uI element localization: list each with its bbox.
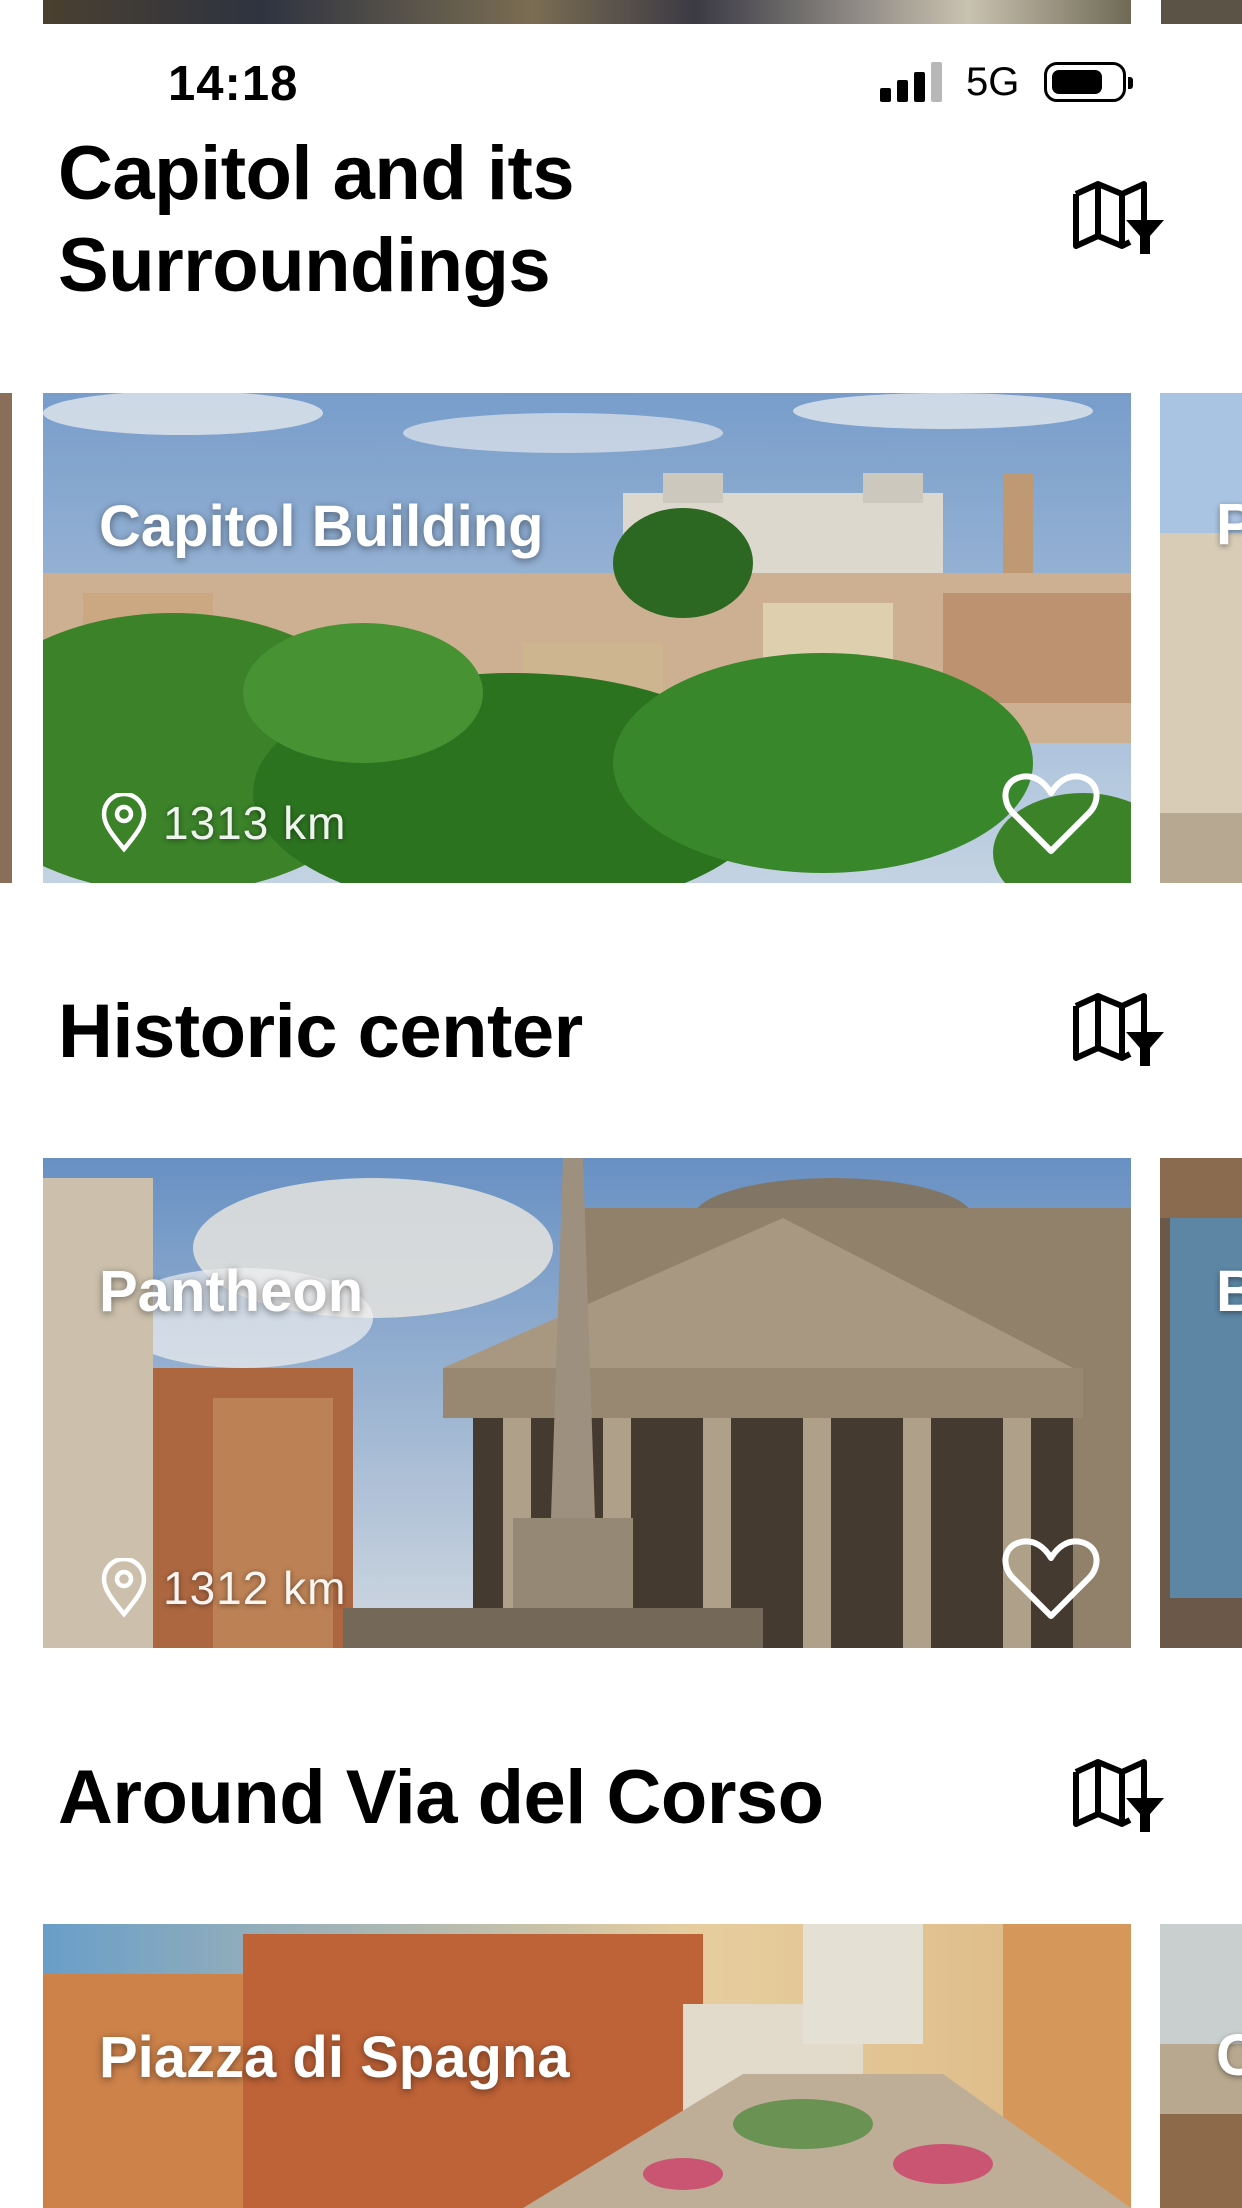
distance-text: 1313 km [163, 797, 347, 849]
place-card-piazza-di-spagna[interactable]: Piazza di Spagna [43, 1924, 1131, 2208]
previous-card-peek [0, 393, 12, 883]
next-card-peek[interactable]: P [1160, 393, 1242, 883]
status-bar: 14:18 5G [0, 50, 1242, 120]
network-type-label: 5G [966, 60, 1020, 104]
map-filter-button[interactable] [1072, 1758, 1168, 1838]
card-distance: 1313 km [99, 793, 346, 853]
map-filter-button[interactable] [1072, 992, 1168, 1072]
status-time: 14:18 [168, 57, 299, 111]
section-title-via-del-corso: Around Via del Corso [58, 1755, 824, 1840]
previous-card-peek-strip [1161, 0, 1242, 24]
next-card-peek[interactable]: B [1160, 1158, 1242, 1648]
section-title-historic-center: Historic center [58, 989, 583, 1074]
next-card-title-peek: B [1216, 1259, 1242, 1324]
card-distance: 1312 km [99, 1558, 346, 1618]
place-card-capitol-building[interactable]: Capitol Building 1313 km [43, 393, 1131, 883]
map-filter-icon [1073, 181, 1164, 254]
location-pin-icon [101, 1558, 147, 1618]
next-card-peek[interactable]: C [1160, 1924, 1242, 2208]
card-title: Capitol Building [99, 494, 544, 559]
heart-outline-icon [1002, 1538, 1100, 1619]
section-title-capitol: Capitol and its Surroundings [58, 131, 575, 308]
battery-icon [1044, 62, 1133, 102]
favorite-button[interactable] [1001, 769, 1101, 859]
map-filter-icon [1073, 993, 1164, 1066]
favorite-button[interactable] [1001, 1534, 1101, 1624]
next-card-title-peek: C [1216, 2023, 1242, 2088]
place-card-pantheon[interactable]: Pantheon 1312 km [43, 1158, 1131, 1648]
next-card-title-peek: P [1216, 492, 1242, 557]
heart-outline-icon [1002, 773, 1100, 854]
previous-card-image-strip [43, 0, 1131, 24]
location-pin-icon [101, 793, 147, 853]
distance-text: 1312 km [163, 1562, 347, 1614]
cellular-signal-icon [880, 62, 944, 102]
card-title: Pantheon [99, 1259, 364, 1324]
map-filter-icon [1073, 1759, 1164, 1832]
card-title: Piazza di Spagna [99, 2025, 570, 2090]
map-filter-button[interactable] [1072, 180, 1168, 260]
